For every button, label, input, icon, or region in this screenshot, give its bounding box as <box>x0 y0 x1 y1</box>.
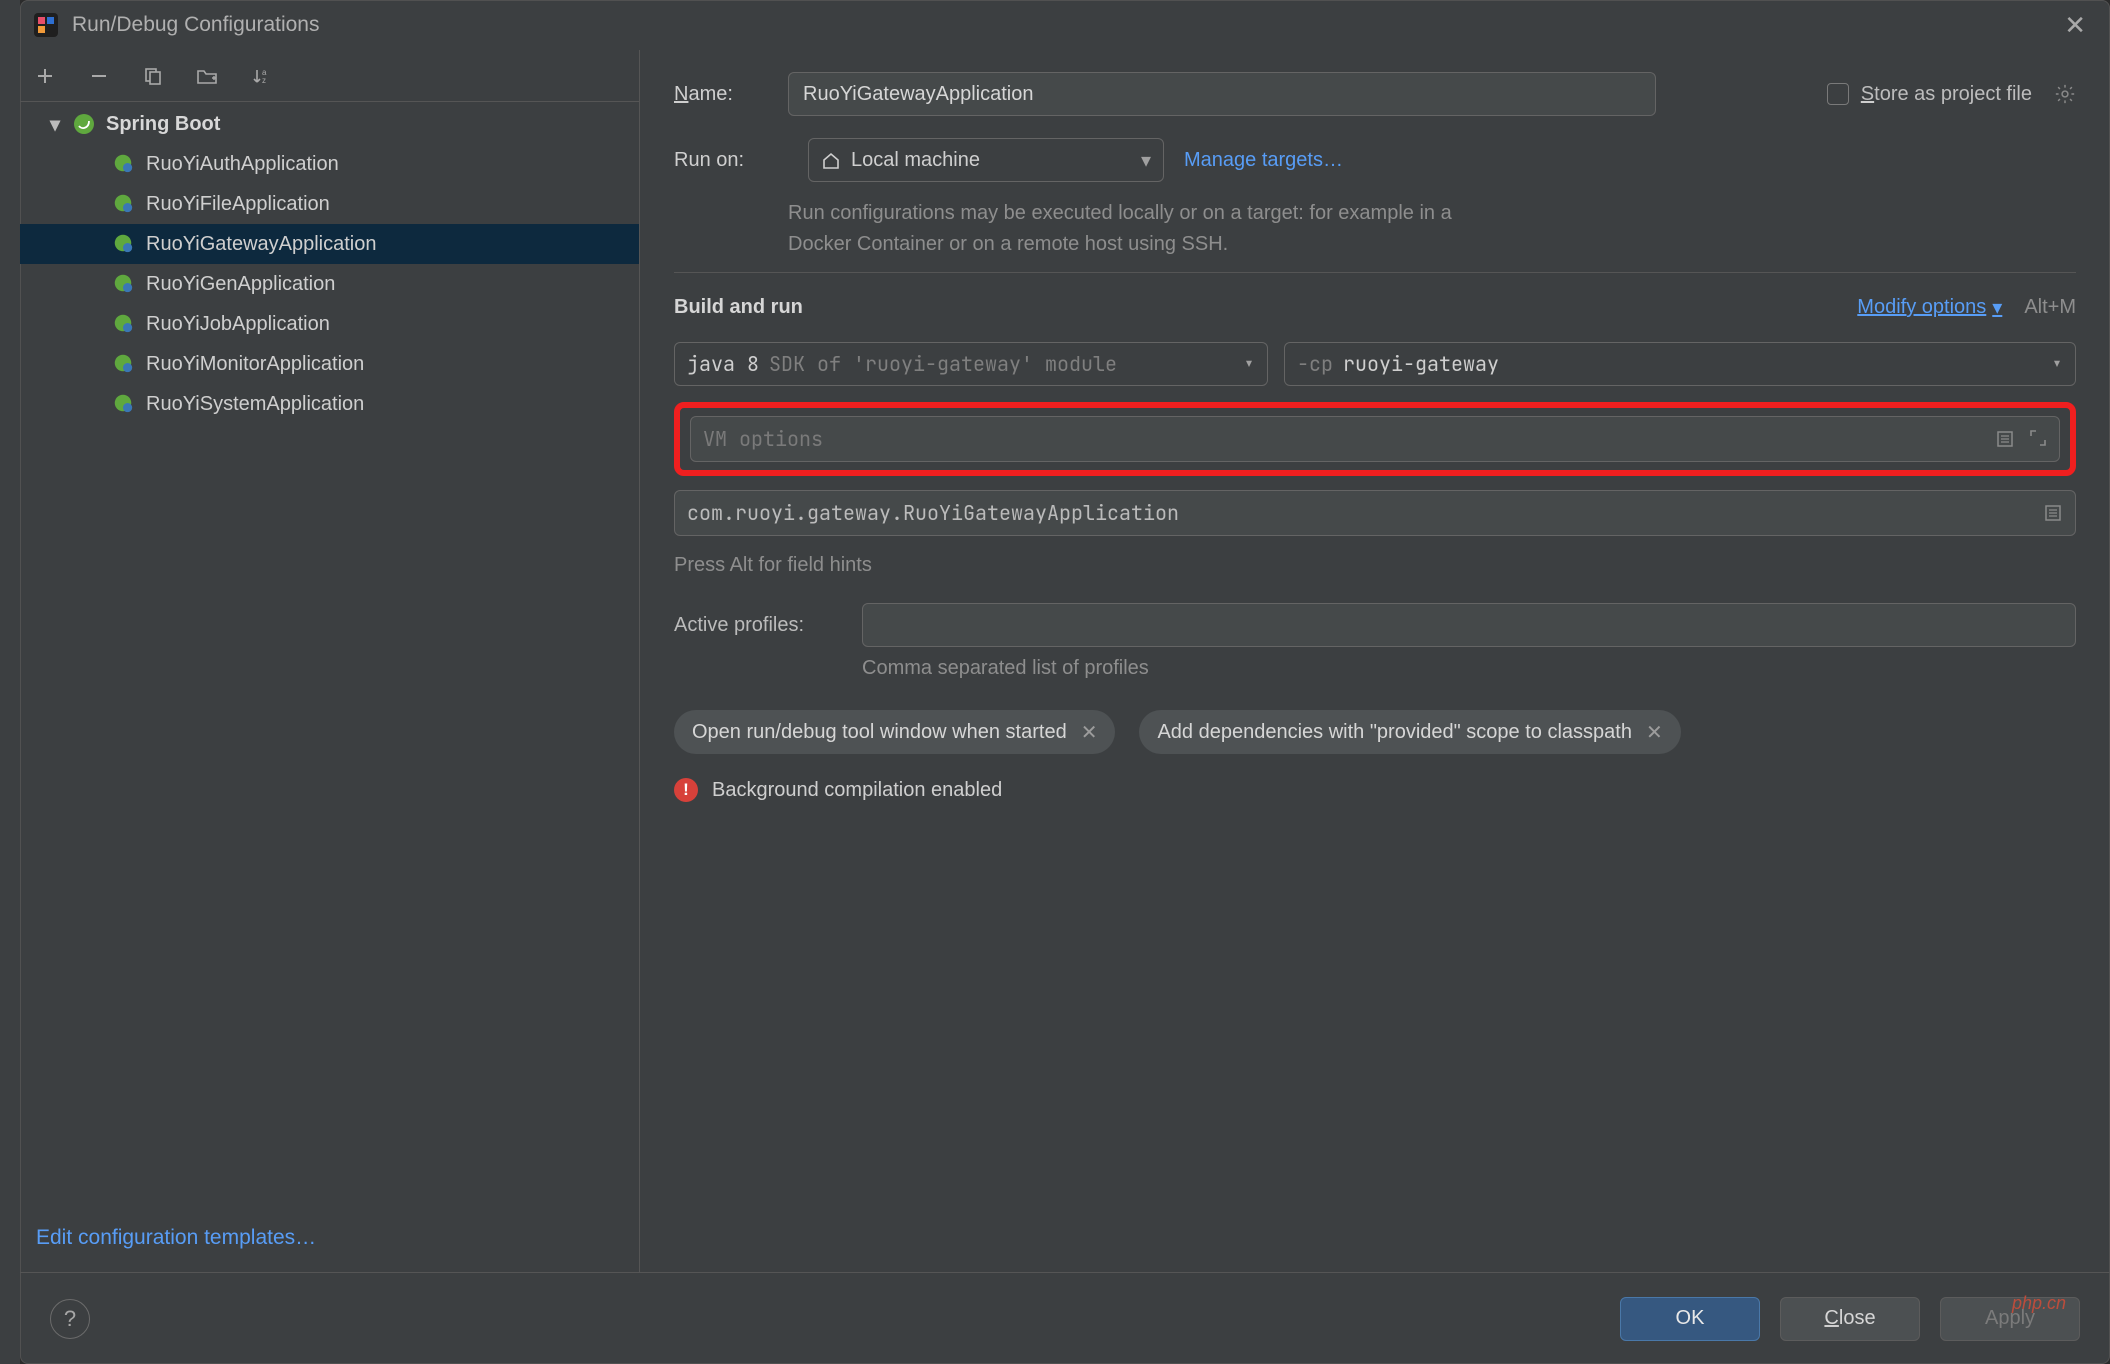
tree-item-label: RuoYiFileApplication <box>146 193 330 216</box>
close-button[interactable]: Close <box>1780 1297 1920 1341</box>
runon-value: Local machine <box>851 149 980 172</box>
sdk-suffix: SDK of 'ruoyi-gateway' module <box>769 351 1117 377</box>
spring-icon <box>72 112 96 136</box>
modify-options-label: Modify options <box>1857 296 1986 319</box>
history-icon[interactable] <box>2043 503 2063 523</box>
config-tree: ▾ Spring Boot RuoYiAuthApplication RuoYi… <box>20 102 639 1212</box>
main-panel: Name: Store as project file Run on: Loca… <box>640 50 2110 1272</box>
runon-hint: Run configurations may be executed local… <box>788 198 1508 260</box>
tree-item-label: RuoYiSystemApplication <box>146 393 364 416</box>
cp-value: ruoyi-gateway <box>1343 351 1499 377</box>
warning-row: ! Background compilation enabled <box>674 778 2076 802</box>
spring-icon <box>112 352 136 376</box>
tree-root-spring-boot[interactable]: ▾ Spring Boot <box>20 104 639 144</box>
chevron-down-icon: ▾ <box>1992 295 2002 320</box>
history-icon[interactable] <box>1995 429 2015 449</box>
main-class-value: com.ruoyi.gateway.RuoYiGatewayApplicatio… <box>687 500 1179 526</box>
spring-icon <box>112 272 136 296</box>
chevron-down-icon: ▾ <box>1141 148 1151 173</box>
chip-label: Open run/debug tool window when started <box>692 721 1067 744</box>
jdk-combo[interactable]: java 8 SDK of 'ruoyi-gateway' module ▾ <box>674 342 1268 386</box>
expand-icon[interactable] <box>2029 429 2047 449</box>
chevron-down-icon: ▾ <box>44 112 66 137</box>
store-checkbox[interactable] <box>1827 83 1849 105</box>
copy-icon[interactable] <box>140 63 166 89</box>
add-icon[interactable] <box>32 63 58 89</box>
chip-provided-scope[interactable]: Add dependencies with "provided" scope t… <box>1139 710 1680 754</box>
tree-item[interactable]: RuoYiFileApplication <box>20 184 639 224</box>
warning-icon: ! <box>674 778 698 802</box>
sidebar: az ▾ Spring Boot RuoYiAuthApplication Ru… <box>20 50 640 1272</box>
apply-button[interactable]: Apply <box>1940 1297 2080 1341</box>
close-icon[interactable]: ✕ <box>1081 720 1098 745</box>
sdk-prefix: java 8 <box>687 351 759 377</box>
gear-icon[interactable] <box>2054 83 2076 105</box>
vm-options-highlight: VM options <box>674 402 2076 476</box>
tree-item[interactable]: RuoYiGenApplication <box>20 264 639 304</box>
cp-prefix: -cp <box>1297 351 1333 377</box>
tree-item-label: RuoYiAuthApplication <box>146 153 339 176</box>
titlebar: Run/Debug Configurations ✕ <box>20 0 2110 50</box>
close-icon[interactable]: ✕ <box>1646 720 1663 745</box>
spring-icon <box>112 392 136 416</box>
tree-item[interactable]: RuoYiAuthApplication <box>20 144 639 184</box>
warning-text: Background compilation enabled <box>712 779 1002 802</box>
dialog-title: Run/Debug Configurations <box>72 13 320 37</box>
ok-label: OK <box>1676 1307 1705 1330</box>
vm-options-placeholder: VM options <box>703 426 823 452</box>
runon-combo[interactable]: Local machine ▾ <box>808 138 1164 182</box>
tree-item[interactable]: RuoYiMonitorApplication <box>20 344 639 384</box>
tree-item[interactable]: RuoYiGatewayApplication <box>20 224 639 264</box>
spring-icon <box>112 312 136 336</box>
tree-root-label: Spring Boot <box>106 113 220 136</box>
help-button[interactable]: ? <box>50 1299 90 1339</box>
tree-item[interactable]: RuoYiSystemApplication <box>20 384 639 424</box>
chip-open-tool-window[interactable]: Open run/debug tool window when started … <box>674 710 1115 754</box>
tree-item-label: RuoYiGenApplication <box>146 273 335 296</box>
chevron-down-icon: ▾ <box>2051 351 2063 377</box>
sidebar-toolbar: az <box>20 50 639 102</box>
tree-item[interactable]: RuoYiJobApplication <box>20 304 639 344</box>
spring-icon <box>112 152 136 176</box>
build-run-title: Build and run <box>674 296 803 319</box>
profiles-hint: Comma separated list of profiles <box>862 657 2076 680</box>
classpath-combo[interactable]: -cp ruoyi-gateway ▾ <box>1284 342 2076 386</box>
modify-options-shortcut: Alt+M <box>2024 296 2076 319</box>
name-input[interactable] <box>788 72 1656 116</box>
modify-options-link[interactable]: Modify options ▾ <box>1857 295 2002 320</box>
close-icon[interactable]: ✕ <box>2054 6 2096 45</box>
profiles-label: Active profiles: <box>674 614 838 637</box>
field-hints-label: Press Alt for field hints <box>674 554 2076 577</box>
name-label: Name: <box>674 83 788 106</box>
intellij-icon <box>34 13 58 37</box>
ok-button[interactable]: OK <box>1620 1297 1760 1341</box>
apply-label: Apply <box>1985 1307 2035 1330</box>
sort-icon[interactable]: az <box>248 63 274 89</box>
home-icon <box>821 150 841 170</box>
store-label: Store as project file <box>1861 83 2032 106</box>
spring-icon <box>112 192 136 216</box>
manage-targets-link[interactable]: Manage targets… <box>1184 149 1343 172</box>
tree-item-label: RuoYiMonitorApplication <box>146 353 364 376</box>
tree-item-label: RuoYiJobApplication <box>146 313 330 336</box>
chip-label: Add dependencies with "provided" scope t… <box>1157 721 1632 744</box>
vm-options-input[interactable]: VM options <box>690 416 2060 462</box>
run-config-dialog: Run/Debug Configurations ✕ az ▾ Spring B… <box>20 0 2110 1364</box>
runon-label: Run on: <box>674 149 788 172</box>
dialog-footer: ? OK Close Apply <box>20 1272 2110 1364</box>
tree-item-label: RuoYiGatewayApplication <box>146 233 377 256</box>
spring-icon <box>112 232 136 256</box>
chevron-down-icon: ▾ <box>1243 351 1255 377</box>
profiles-input[interactable] <box>862 603 2076 647</box>
folder-icon[interactable] <box>194 63 220 89</box>
main-class-input[interactable]: com.ruoyi.gateway.RuoYiGatewayApplicatio… <box>674 490 2076 536</box>
svg-text:z: z <box>262 76 266 85</box>
edit-templates-link[interactable]: Edit configuration templates… <box>36 1226 316 1249</box>
remove-icon[interactable] <box>86 63 112 89</box>
